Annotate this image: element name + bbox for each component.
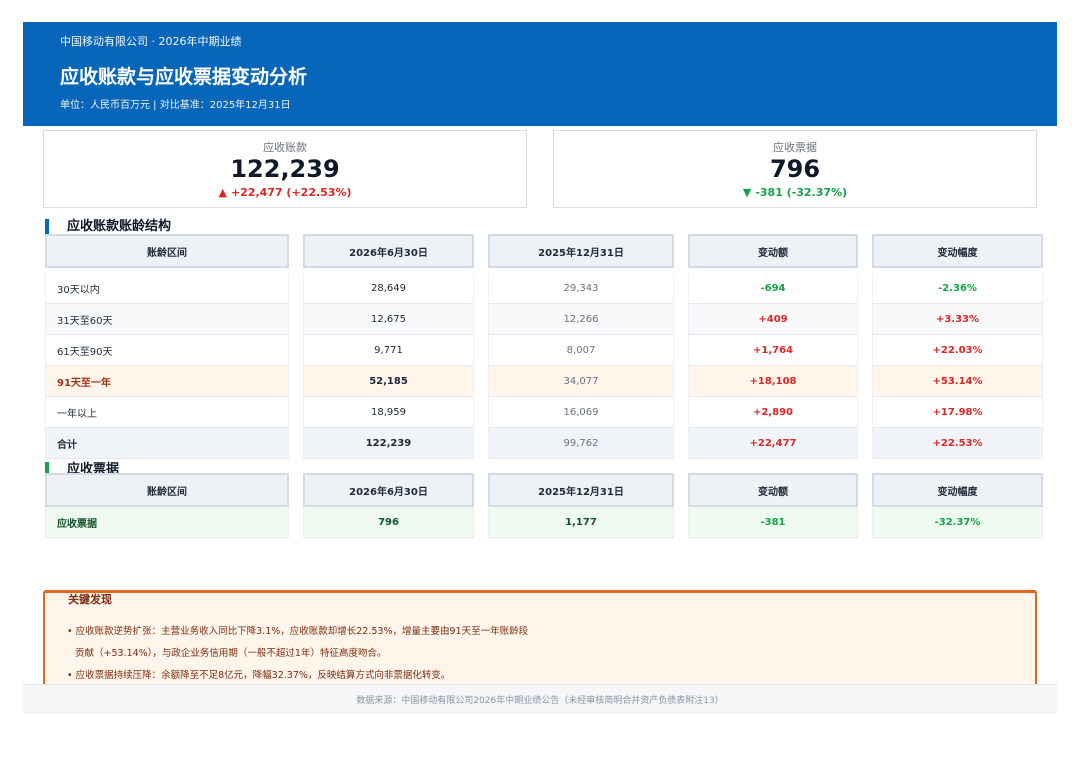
table-cell: 应收票据 — [45, 507, 289, 538]
data-source-footer: 数据来源：中国移动有限公司2026年中期业绩公告（未经审核简明合并资产负债表附注… — [23, 684, 1057, 714]
section-title-text: 应收账款账龄结构 — [67, 219, 172, 234]
aging-section-title: 应收账款账龄结构 — [45, 219, 171, 235]
table-cell: 30天以内 — [45, 273, 289, 304]
column-header: 2026年6月30日 — [303, 234, 474, 268]
table-cell: +22.03% — [872, 335, 1043, 366]
kpi-delta: ▼ -381 (-32.37%) — [554, 186, 1036, 199]
table-cell-total: 合计 — [45, 428, 289, 459]
column-header: 2025年12月31日 — [488, 473, 674, 507]
kpi-value: 796 — [769, 155, 821, 183]
table-cell: 28,649 — [303, 273, 474, 304]
table-cell: 29,343 — [488, 273, 674, 304]
column-header: 变动幅度 — [872, 473, 1043, 507]
column-header: 2026年6月30日 — [303, 473, 474, 507]
table-cell: +409 — [688, 304, 858, 335]
table-cell: +3.33% — [872, 304, 1043, 335]
table-cell-highlight: +53.14% — [872, 366, 1043, 397]
down-arrow-icon: ▼ — [742, 186, 752, 199]
table-cell: 31天至60天 — [45, 304, 289, 335]
table-cell: +1,764 — [688, 335, 858, 366]
kpi-card-receivables: 应收账款 122,239 ▲ +22,477 (+22.53%) — [43, 130, 527, 208]
column-header: 变动额 — [688, 473, 858, 507]
table-cell: +2,890 — [688, 397, 858, 428]
table-cell: 9,771 — [303, 335, 474, 366]
unit-note: 单位：人民币百万元 | 对比基准：2025年12月31日 — [60, 100, 291, 111]
table-cell: -2.36% — [872, 273, 1043, 304]
report-header: 中国移动有限公司 · 2026年中期业绩 应收账款与应收票据变动分析 单位：人民… — [23, 22, 1057, 126]
table-cell: -381 — [688, 507, 858, 538]
up-arrow-icon: ▲ — [218, 186, 227, 199]
table-cell: 16,069 — [488, 397, 674, 428]
table-cell: 12,675 — [303, 304, 474, 335]
table-cell: 61天至90天 — [45, 335, 289, 366]
column-header: 变动额 — [688, 234, 858, 268]
key-findings-box: 关键发现 • 应收账款逆势扩张：主营业务收入同比下降3.1%，应收账款却增长22… — [43, 590, 1037, 690]
findings-title: 关键发现 — [68, 593, 112, 606]
column-header: 变动幅度 — [872, 234, 1043, 268]
kpi-delta: ▲ +22,477 (+22.53%) — [44, 186, 526, 199]
finding-line: • 应收账款逆势扩张：主营业务收入同比下降3.1%，应收账款却增长22.53%，… — [67, 626, 529, 637]
page-title: 应收账款与应收票据变动分析 — [60, 66, 308, 88]
table-cell-highlight: +18,108 — [688, 366, 858, 397]
table-cell-highlight: 34,077 — [488, 366, 674, 397]
table-cell: 796 — [303, 507, 474, 538]
table-cell-total: +22.53% — [872, 428, 1043, 459]
kpi-delta-text: +22,477 (+22.53%) — [230, 186, 352, 199]
table-cell: 18,959 — [303, 397, 474, 428]
kpi-delta-text: -381 (-32.37%) — [755, 186, 848, 199]
kpi-label: 应收账款 — [263, 141, 307, 154]
table-cell: -32.37% — [872, 507, 1043, 538]
column-header: 2025年12月31日 — [488, 234, 674, 268]
table-cell: +17.98% — [872, 397, 1043, 428]
table-cell: 12,266 — [488, 304, 674, 335]
footer-text: 数据来源：中国移动有限公司2026年中期业绩公告（未经审核简明合并资产负债表附注… — [356, 696, 724, 706]
table-cell-total: 99,762 — [488, 428, 674, 459]
column-header: 账龄区间 — [45, 473, 289, 507]
table-cell: -694 — [688, 273, 858, 304]
kpi-card-notes: 应收票据 796 ▼ -381 (-32.37%) — [553, 130, 1037, 208]
table-cell: 一年以上 — [45, 397, 289, 428]
section-accent-bar — [45, 219, 49, 235]
finding-line: 贡献（+53.14%），与政企业务信用期（一般不超过1年）特征高度吻合。 — [75, 648, 387, 659]
table-cell-total: +22,477 — [688, 428, 858, 459]
kpi-label: 应收票据 — [773, 141, 817, 154]
table-cell-total: 122,239 — [303, 428, 474, 459]
finding-line: • 应收票据持续压降：余额降至不足8亿元，降幅32.37%，反映结算方式向非票据… — [67, 670, 451, 681]
kpi-value: 122,239 — [230, 155, 340, 183]
column-header: 账龄区间 — [45, 234, 289, 268]
table-cell: 8,007 — [488, 335, 674, 366]
company-breadcrumb: 中国移动有限公司 · 2026年中期业绩 — [60, 35, 242, 48]
table-cell-highlight: 91天至一年 — [45, 366, 289, 397]
table-cell: 1,177 — [488, 507, 674, 538]
table-cell-highlight: 52,185 — [303, 366, 474, 397]
